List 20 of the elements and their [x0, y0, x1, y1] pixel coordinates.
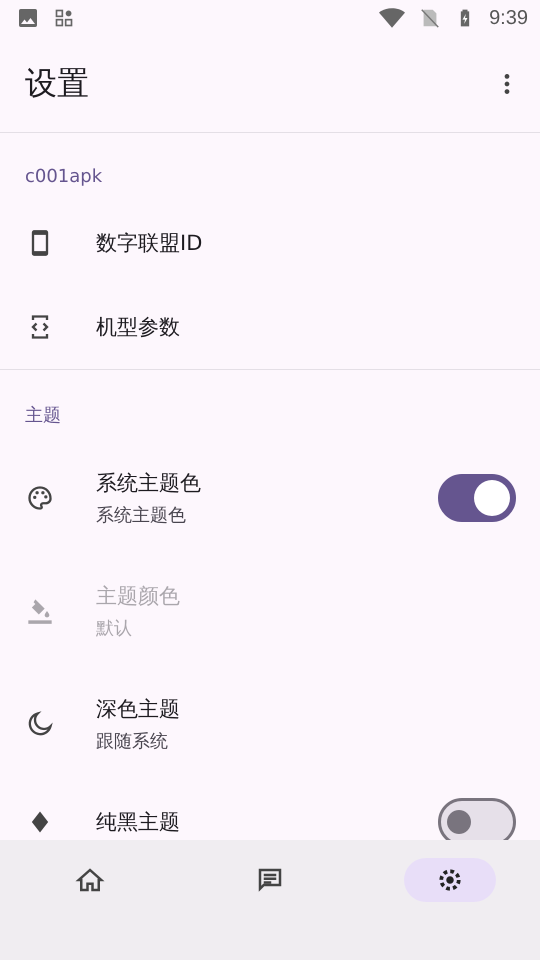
- settings-tab[interactable]: [404, 858, 496, 902]
- page-title: 设置: [25, 63, 89, 104]
- setting-subtitle: 系统主题色: [96, 504, 187, 526]
- apps-icon: [54, 8, 74, 28]
- setting-subtitle: 跟随系统: [96, 730, 169, 752]
- section-header: c001apk: [24, 165, 104, 189]
- palette-icon: [26, 484, 54, 512]
- image-icon: [16, 6, 40, 30]
- setting-title[interactable]: 深色主题: [96, 694, 516, 722]
- toggle-switch[interactable]: [438, 474, 516, 522]
- toggle-switch[interactable]: [438, 798, 516, 840]
- setting-title[interactable]: 机型参数: [96, 313, 516, 341]
- setting-title[interactable]: 系统主题色: [96, 468, 438, 496]
- setting-title[interactable]: 数字联盟ID: [96, 229, 516, 257]
- paint-bucket-icon: [26, 596, 54, 624]
- setting-subtitle: 默认: [96, 616, 133, 640]
- moon-icon: [26, 710, 54, 738]
- time-text: 9:39: [489, 6, 528, 30]
- setting-title[interactable]: 纯黑主题: [96, 808, 438, 836]
- section-header: 主题: [24, 404, 62, 428]
